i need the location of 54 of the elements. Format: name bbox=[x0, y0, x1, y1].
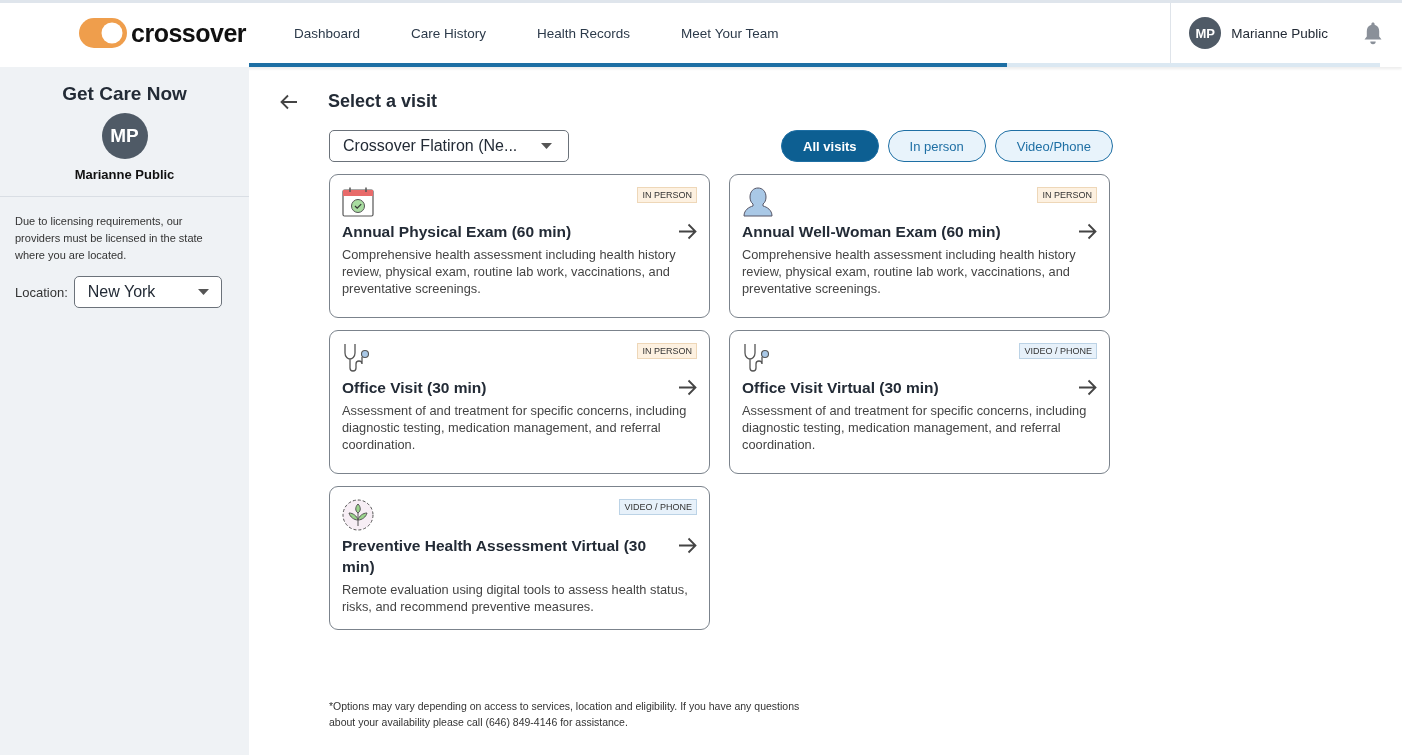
toggle-logo-icon bbox=[79, 18, 127, 48]
arrow-right-icon[interactable] bbox=[678, 537, 697, 554]
clinic-dropdown[interactable]: Crossover Flatiron (Ne... bbox=[329, 130, 569, 162]
visit-title: Preventive Health Assessment Virtual (30 min) bbox=[342, 536, 648, 577]
licensing-notice: Due to licensing requirements, our providers must be licensed in the state where you are located. bbox=[15, 214, 204, 263]
visit-title: Office Visit (30 min) bbox=[342, 378, 487, 398]
visit-type-tag: IN PERSON bbox=[637, 343, 697, 359]
person-silhouette-icon bbox=[742, 187, 774, 217]
visit-description: Remote evaluation using digital tools to assess health status, risks, and recommend preventive measures. bbox=[342, 581, 689, 615]
arrow-right-icon[interactable] bbox=[678, 223, 697, 240]
user-name[interactable]: Marianne Public bbox=[1231, 25, 1328, 41]
visit-title: Office Visit Virtual (30 min) bbox=[742, 378, 939, 398]
sidebar-title: Get Care Now bbox=[62, 83, 187, 105]
patient-name: Marianne Public bbox=[74, 167, 175, 182]
visit-type-tag: VIDEO / PHONE bbox=[619, 499, 697, 515]
filter-pill[interactable]: In person bbox=[887, 130, 986, 162]
visit-type-tag: IN PERSON bbox=[637, 187, 697, 203]
nav-link[interactable]: Dashboard bbox=[294, 21, 361, 45]
nav-link[interactable]: Meet Your Team bbox=[681, 21, 779, 45]
stethoscope-icon bbox=[342, 343, 372, 373]
visit-description: Comprehensive health assessment including health history review, physical exam, routine lab work, vaccinations, and preventative screenings. bbox=[742, 246, 1077, 297]
calendar-check-icon bbox=[342, 187, 374, 217]
arrow-right-icon[interactable] bbox=[1078, 379, 1097, 396]
nav-link[interactable]: Care History bbox=[411, 21, 487, 45]
visit-type-tag: IN PERSON bbox=[1037, 187, 1097, 203]
back-arrow-icon[interactable] bbox=[280, 93, 298, 110]
avatar: MP bbox=[101, 113, 148, 159]
caret-icon bbox=[541, 143, 552, 149]
logo-wordmark[interactable]: crossover bbox=[131, 18, 247, 48]
arrow-right-icon[interactable] bbox=[678, 379, 697, 396]
filter-pill[interactable]: All visits bbox=[781, 130, 879, 162]
visit-card[interactable]: IN PERSON Office Visit (30 min) Assessment of and treatment for specific concerns, including diagnostic testing, medication management, and referral coordination. bbox=[329, 330, 710, 474]
nav-link[interactable]: Health Records bbox=[537, 21, 631, 45]
footnote: *Options may vary depending on access to services, location and eligibility. If you have any questions about your availability please call (646) 849-4146 for assistance. bbox=[329, 699, 801, 730]
leaf-plant-icon bbox=[342, 499, 374, 531]
visit-type-tag: VIDEO / PHONE bbox=[1019, 343, 1097, 359]
visit-title: Annual Well-Woman Exam (60 min) bbox=[742, 222, 1001, 242]
visit-description: Assessment of and treatment for specific concerns, including diagnostic testing, medication management, and referral coordination. bbox=[742, 402, 1088, 453]
visit-title: Annual Physical Exam (60 min) bbox=[342, 222, 572, 242]
avatar[interactable]: MP bbox=[1189, 17, 1222, 49]
bell-icon[interactable] bbox=[1362, 21, 1384, 45]
visit-description: Assessment of and treatment for specific concerns, including diagnostic testing, medication management, and referral coordination. bbox=[342, 402, 688, 453]
visit-description: Comprehensive health assessment including health history review, physical exam, routine lab work, vaccinations, and preventative screenings. bbox=[342, 246, 677, 297]
visit-card[interactable]: IN PERSON Annual Well-Woman Exam (60 min) Comprehensive health assessment including health history review, physical exam, routine lab work, vaccinations, and preventative screenings. bbox=[729, 174, 1110, 318]
filter-pill[interactable]: Video/Phone bbox=[994, 130, 1113, 162]
visit-card[interactable]: VIDEO / PHONE Preventive Health Assessment Virtual (30 min) Remote evaluation using digital tools to assess health status, risks, and recommend preventive measures. bbox=[329, 486, 710, 630]
stethoscope-icon bbox=[742, 343, 772, 373]
location-dropdown[interactable]: New York bbox=[73, 276, 222, 308]
location-label: Location: bbox=[15, 284, 68, 300]
caret-icon bbox=[197, 289, 209, 295]
arrow-right-icon[interactable] bbox=[1078, 223, 1097, 240]
page-title: Select a visit bbox=[328, 91, 438, 112]
visit-card[interactable]: VIDEO / PHONE Office Visit Virtual (30 min) Assessment of and treatment for specific concerns, including diagnostic testing, medication management, and referral coordination. bbox=[729, 330, 1110, 474]
visit-card[interactable]: IN PERSON Annual Physical Exam (60 min) Comprehensive health assessment including health history review, physical exam, routine lab work, vaccinations, and preventative screenings. bbox=[329, 174, 710, 318]
